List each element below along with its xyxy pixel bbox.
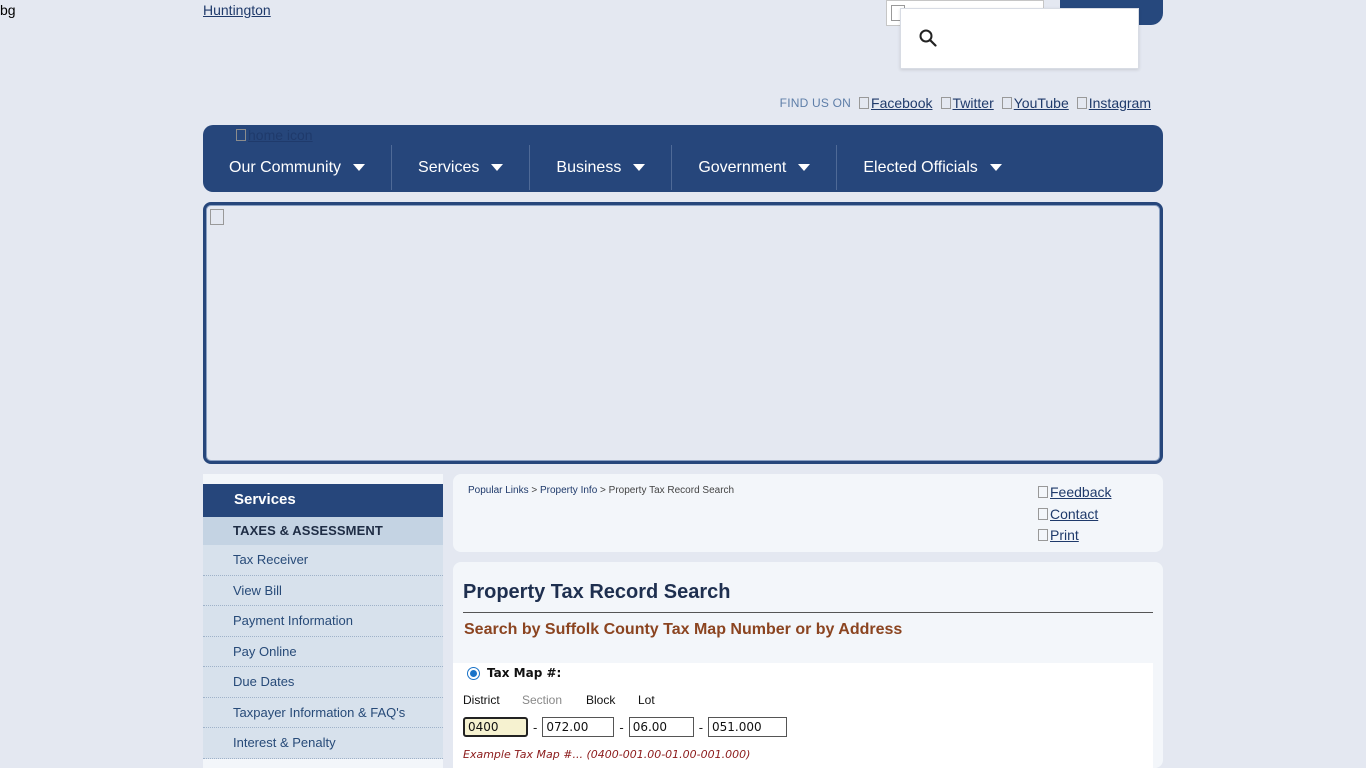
feedback-link[interactable]: Feedback (1038, 484, 1111, 500)
breadcrumb-popular-links[interactable]: Popular Links (468, 485, 529, 496)
nav-item-business[interactable]: Business (530, 145, 673, 190)
sidebar-item-interest-penalty[interactable]: Interest & Penalty (203, 728, 443, 759)
print-icon (1038, 529, 1048, 541)
sidebar: Services TAXES & ASSESSMENT Tax Receiver… (203, 474, 443, 768)
block-input[interactable] (628, 717, 694, 737)
contact-link[interactable]: Contact (1038, 506, 1098, 522)
sidebar-item-pay-online[interactable]: Pay Online (203, 636, 443, 667)
tax-map-radio-row[interactable]: Tax Map #: (467, 666, 561, 680)
tax-map-inputs: - - - (463, 717, 788, 737)
instagram-link[interactable]: Instagram (1076, 95, 1151, 111)
contact-icon (1038, 507, 1048, 520)
breadcrumb-separator: > (531, 485, 538, 496)
twitter-label: Twitter (952, 95, 994, 111)
youtube-icon (1001, 97, 1012, 109)
home-icon-alt: home icon (248, 127, 313, 143)
feedback-label: Feedback (1050, 484, 1112, 500)
logo-image-icon: Huntington (203, 2, 271, 18)
search-icon[interactable] (919, 29, 937, 47)
breadcrumb-card: Popular Links > Property Info > Property… (453, 474, 1163, 552)
nav-label: Government (698, 158, 787, 176)
print-label: Print (1050, 527, 1079, 543)
instagram-label: Instagram (1088, 95, 1151, 111)
sidebar-title[interactable]: Services (203, 484, 443, 517)
block-label: Block (586, 693, 616, 707)
caret-down-icon (491, 164, 504, 171)
example-tax-map: Example Tax Map #... (0400-001.00-01.00-… (463, 748, 751, 761)
twitter-icon (940, 97, 951, 109)
lot-input[interactable] (708, 717, 788, 737)
nav-label: Business (556, 158, 622, 176)
main-content: Property Tax Record Search Search by Suf… (453, 562, 1163, 768)
youtube-label: YouTube (1013, 95, 1069, 111)
facebook-icon (859, 97, 870, 109)
title-divider (463, 612, 1153, 613)
youtube-link[interactable]: YouTube (1001, 95, 1069, 111)
breadcrumb: Popular Links > Property Info > Property… (468, 485, 734, 496)
page-title: Property Tax Record Search (463, 581, 731, 603)
breadcrumb-property-info[interactable]: Property Info (540, 485, 597, 496)
district-label: District (463, 693, 500, 707)
instagram-icon (1076, 97, 1087, 109)
background-image-alt: bg (0, 2, 16, 18)
sidebar-item-taxpayer-information[interactable]: Taxpayer Information & FAQ's (203, 697, 443, 728)
home-icon (236, 129, 246, 141)
caret-down-icon (989, 164, 1002, 171)
breadcrumb-current: Property Tax Record Search (608, 485, 735, 496)
dash-separator: - (698, 719, 704, 735)
sidebar-item-view-bill[interactable]: View Bill (203, 575, 443, 606)
nav-item-government[interactable]: Government (672, 145, 838, 190)
caret-down-icon (353, 164, 366, 171)
tax-map-form: Tax Map #: District Section Block Lot - … (453, 663, 1153, 768)
caret-down-icon (633, 164, 646, 171)
main-navigation: home icon Our Community Services Busines… (203, 125, 1163, 192)
sidebar-item-tax-receiver[interactable]: Tax Receiver (203, 545, 443, 576)
sidebar-section-heading[interactable]: TAXES & ASSESSMENT (203, 517, 443, 545)
dash-separator: - (533, 719, 538, 735)
section-input[interactable] (542, 717, 615, 737)
caret-down-icon (798, 164, 811, 171)
find-us-label: FIND US ON (779, 96, 852, 110)
hero-banner (203, 202, 1163, 464)
nav-label: Services (418, 158, 480, 176)
home-link[interactable]: home icon (236, 127, 313, 143)
breadcrumb-separator: > (600, 485, 606, 496)
dash-separator: - (619, 719, 624, 735)
feedback-icon (1038, 486, 1048, 498)
lot-label: Lot (638, 693, 655, 707)
facebook-link[interactable]: Facebook (859, 95, 933, 111)
nav-item-services[interactable]: Services (392, 145, 531, 190)
tax-map-radio-label: Tax Map #: (487, 666, 562, 680)
section-label: Section (522, 693, 563, 707)
district-input[interactable] (463, 717, 528, 737)
sidebar-item-payment-information[interactable]: Payment Information (203, 606, 443, 637)
twitter-link[interactable]: Twitter (940, 95, 994, 111)
social-links: FIND US ON Facebook Twitter YouTube Inst… (780, 95, 1151, 111)
page-subtitle: Search by Suffolk County Tax Map Number … (464, 621, 903, 638)
logo-link[interactable]: Huntington (203, 2, 271, 18)
contact-label: Contact (1050, 505, 1099, 522)
broken-image-icon (210, 209, 224, 225)
sidebar-item-due-dates[interactable]: Due Dates (203, 667, 443, 698)
facebook-label: Facebook (871, 95, 933, 111)
nav-label: Our Community (229, 158, 342, 176)
nav-label: Elected Officials (863, 158, 978, 176)
page-tools: Feedback Contact Print (1038, 482, 1111, 547)
search-popup[interactable] (900, 8, 1139, 69)
nav-item-elected-officials[interactable]: Elected Officials (837, 145, 1027, 190)
print-link[interactable]: Print (1038, 527, 1079, 543)
nav-item-our-community[interactable]: Our Community (203, 145, 393, 190)
tax-map-radio[interactable] (467, 666, 480, 680)
